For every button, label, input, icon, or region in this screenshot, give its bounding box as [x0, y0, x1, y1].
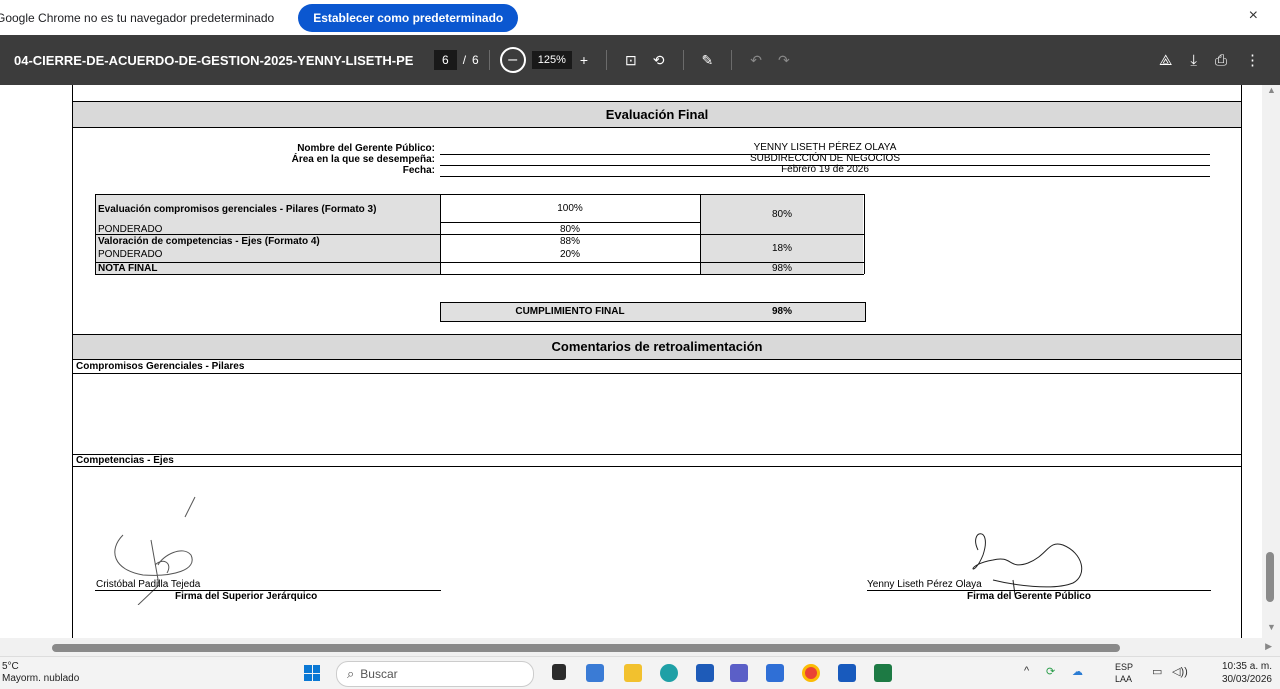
divider — [488, 50, 490, 70]
pdf-toolbar: 04-CIERRE-DE-ACUERDO-DE-GESTION-2025-YEN… — [0, 35, 1280, 85]
remote-desktop-icon[interactable] — [766, 664, 784, 682]
pdf-viewer[interactable]: Evaluación Final Nombre del Gerente Públ… — [0, 85, 1262, 638]
cumplimiento-label: CUMPLIMIENTO FINAL — [515, 306, 625, 317]
section-header-comments: Comentarios de retroalimentación — [73, 334, 1241, 360]
redo-icon[interactable]: ↷ — [778, 52, 790, 69]
divider — [606, 50, 608, 70]
more-options-icon[interactable]: ⋮ — [1245, 51, 1260, 69]
weather-widget[interactable]: 5°C Mayorm. nublado — [2, 661, 79, 685]
volume-icon[interactable]: ◁)) — [1172, 665, 1188, 678]
divider — [731, 50, 733, 70]
table-cell: 80% — [771, 209, 792, 220]
page-separator: / — [462, 53, 467, 67]
table-cell: Valoración de competencias - Ejes (Forma… — [98, 236, 320, 247]
scroll-down-icon[interactable]: ▼ — [1267, 622, 1276, 632]
excel-icon[interactable] — [874, 664, 892, 682]
clock-date: 30/03/2026 — [1221, 674, 1272, 685]
field-label: Área en la que se desempeña: — [291, 154, 435, 165]
table-cell: 18% — [771, 243, 792, 254]
table-cell: Evaluación compromisos gerenciales - Pil… — [98, 204, 377, 215]
chrome-icon[interactable] — [802, 664, 820, 682]
signer-right-title: Firma del Gerente Público — [967, 591, 1091, 602]
fit-page-icon[interactable]: ⊡ — [625, 52, 637, 69]
sync-icon[interactable]: ⟳ — [1046, 665, 1055, 678]
table-cell: PONDERADO — [98, 249, 163, 260]
page-number-input[interactable]: 6 — [434, 50, 457, 70]
signer-left-name: Cristóbal Padilla Tejeda — [96, 579, 201, 590]
cumplimiento-value: 98% — [771, 306, 792, 317]
divider — [682, 50, 684, 70]
weather-temp: 5°C — [2, 661, 19, 672]
table-border — [95, 274, 864, 275]
table-cell: 100% — [557, 203, 583, 214]
drive-save-icon[interactable]: ⟁ — [1159, 52, 1172, 69]
row-divider — [73, 373, 1241, 374]
zoom-level-input[interactable]: 125% — [531, 51, 572, 69]
table-border — [700, 194, 701, 274]
weather-desc: Mayorm. nublado — [2, 673, 80, 684]
table-border — [95, 194, 864, 195]
table-cell: 80% — [559, 224, 580, 235]
zoom-out-icon[interactable]: – — [499, 47, 526, 73]
scroll-up-icon[interactable]: ▲ — [1267, 85, 1276, 95]
windows-start-icon[interactable] — [304, 665, 320, 681]
set-default-button[interactable]: Establecer como predeterminado — [298, 3, 519, 32]
edge-icon[interactable] — [660, 664, 678, 682]
section-header-final: Evaluación Final — [73, 101, 1241, 128]
table-cell: PONDERADO — [98, 224, 163, 235]
word-icon[interactable] — [838, 664, 856, 682]
row-divider — [73, 466, 1241, 467]
system-clock[interactable]: 10:35 a. m. 30/03/2026 — [1222, 660, 1272, 686]
scrollbar-thumb[interactable] — [1266, 552, 1274, 602]
signer-right-name: Yenny Liseth Pérez Olaya — [867, 579, 982, 590]
print-icon[interactable]: ⎙ — [1215, 52, 1227, 69]
toolbar-actions: ⟁ ⤓ ⎙ ⋮ — [1159, 35, 1260, 85]
zoom-in-icon[interactable]: + — [580, 52, 588, 68]
display-icon[interactable]: ▭ — [1152, 665, 1162, 678]
field-value: Febrero 19 de 2026 — [440, 165, 1210, 177]
vertical-scrollbar[interactable]: ▲ ▼ — [1262, 85, 1280, 638]
comments-ejes-label: Competencias - Ejes — [76, 455, 174, 466]
task-view-icon[interactable] — [552, 664, 566, 680]
table-cell: 88% — [559, 236, 580, 247]
close-icon[interactable]: × — [1249, 7, 1258, 25]
onedrive-icon[interactable]: ☁ — [1072, 665, 1083, 678]
windows-taskbar: 5°C Mayorm. nublado ⌕ Buscar ^ ⟳ ☁ ESP L… — [0, 656, 1280, 689]
scrollbar-thumb[interactable] — [52, 644, 1120, 652]
microsoft365-icon[interactable] — [586, 664, 604, 682]
document-title: 04-CIERRE-DE-ACUERDO-DE-GESTION-2025-YEN… — [14, 52, 414, 68]
row-divider — [73, 454, 1241, 455]
table-border — [440, 222, 700, 223]
table-cell: NOTA FINAL — [98, 263, 158, 274]
pdf-page: Evaluación Final Nombre del Gerente Públ… — [72, 85, 1242, 638]
comments-pilares-label: Compromisos Gerenciales - Pilares — [76, 361, 245, 372]
lang-code: ESP — [1115, 662, 1134, 672]
table-border — [95, 194, 96, 274]
download-icon[interactable]: ⤓ — [1190, 52, 1197, 69]
table-cell: 20% — [559, 249, 580, 260]
scroll-right-icon[interactable]: ▶ — [1265, 641, 1272, 652]
page-total: 6 — [472, 53, 479, 67]
infobar-message: Google Chrome no es tu navegador predete… — [0, 10, 275, 25]
tray-expand-icon[interactable]: ^ — [1024, 665, 1029, 677]
search-placeholder: Buscar — [360, 667, 398, 681]
field-label: Fecha: — [402, 165, 435, 176]
undo-icon[interactable]: ↶ — [750, 52, 762, 69]
table-border — [864, 194, 865, 274]
draw-annotation-icon[interactable]: ✎ — [702, 52, 714, 69]
signer-left-title: Firma del Superior Jerárquico — [175, 591, 318, 602]
clock-time: 10:35 a. m. — [1221, 661, 1272, 672]
default-browser-infobar: Google Chrome no es tu navegador predete… — [0, 0, 1280, 35]
teams-icon[interactable] — [730, 664, 748, 682]
language-indicator[interactable]: ESP LAA — [1115, 661, 1133, 685]
table-cell: 98% — [771, 263, 792, 274]
file-explorer-icon[interactable] — [624, 664, 642, 682]
horizontal-scrollbar[interactable]: ▶ — [0, 638, 1280, 656]
field-label: Nombre del Gerente Público: — [297, 143, 435, 154]
search-icon: ⌕ — [347, 666, 355, 681]
store-icon[interactable] — [696, 664, 714, 682]
rotate-icon[interactable]: ⟲ — [653, 52, 665, 69]
taskbar-search[interactable]: ⌕ Buscar — [336, 661, 534, 687]
lang-layout: LAA — [1115, 674, 1133, 684]
